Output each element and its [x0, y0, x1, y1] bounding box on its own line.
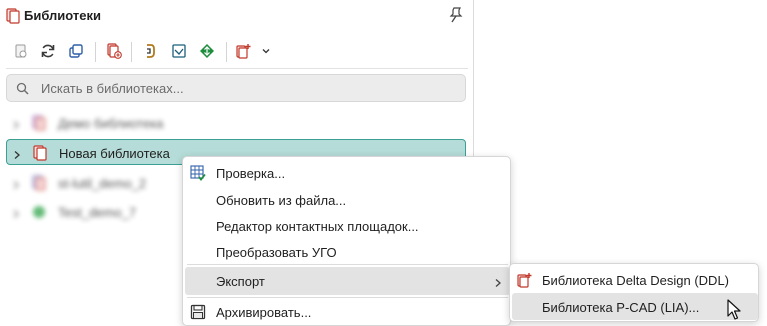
menu-item-label: Преобразовать УГО	[216, 245, 337, 260]
toolbar	[0, 36, 474, 68]
library-icon	[6, 8, 20, 27]
menu-item-convert-symbol[interactable]: Преобразовать УГО	[185, 238, 510, 266]
check-table-icon	[190, 165, 206, 181]
library-icon	[31, 115, 47, 131]
refresh-icon[interactable]	[39, 42, 57, 60]
toolbar-separator	[226, 42, 227, 62]
search-box[interactable]	[6, 74, 466, 102]
chevron-right-icon	[494, 276, 502, 287]
chevron-down-icon[interactable]	[257, 42, 275, 60]
archive-icon	[190, 304, 206, 320]
submenu-item-delta-design-ddl[interactable]: Библиотека Delta Design (DDL)	[512, 266, 758, 293]
search-input[interactable]	[41, 79, 451, 97]
chevron-right-icon[interactable]	[11, 178, 21, 189]
library-icon	[31, 204, 47, 220]
export-submenu: Библиотека Delta Design (DDL) Библиотека…	[509, 263, 759, 322]
chevron-right-icon[interactable]	[11, 118, 21, 129]
toolbar-separator	[95, 42, 96, 62]
menu-item-export[interactable]: Экспорт	[185, 267, 510, 295]
chevron-right-icon[interactable]	[11, 207, 21, 218]
menu-separator	[187, 264, 508, 265]
tree-item[interactable]: Демо библиотека	[6, 110, 466, 136]
tree-item-label: st-lutil_demo_2	[58, 176, 147, 191]
footprint-icon[interactable]	[198, 42, 216, 60]
menu-item-check[interactable]: Проверка...	[185, 159, 510, 187]
add-library-icon[interactable]	[105, 42, 123, 60]
menu-item-pad-editor[interactable]: Редактор контактных площадок...	[185, 212, 510, 240]
menu-item-update-from-file[interactable]: Обновить из файла...	[185, 186, 510, 214]
toolbar-divider	[6, 68, 468, 69]
export-library-icon[interactable]	[235, 42, 253, 60]
toolbar-separator	[131, 42, 132, 62]
panel-header: Библиотеки	[0, 0, 474, 32]
tree-item-label: Test_demo_7	[58, 205, 137, 220]
search-icon	[16, 82, 29, 98]
menu-item-label: Редактор контактных площадок...	[216, 219, 419, 234]
panel-title: Библиотеки	[24, 8, 102, 23]
library-icon	[32, 145, 48, 161]
context-menu: Проверка... Обновить из файла... Редакто…	[182, 156, 511, 326]
menu-item-label: Проверка...	[216, 166, 286, 181]
copy-icon[interactable]	[67, 42, 85, 60]
pin-icon[interactable]	[449, 7, 463, 23]
library-export-icon	[517, 272, 533, 288]
menu-item-label: Экспорт	[216, 274, 265, 289]
symbol-icon[interactable]	[170, 42, 188, 60]
tree-item-label: Демо библиотека	[58, 116, 164, 131]
library-icon	[31, 175, 47, 191]
menu-item-archive[interactable]: Архивировать...	[185, 298, 510, 326]
menu-item-label: Архивировать...	[216, 305, 312, 320]
submenu-item-pcad-lia[interactable]: Библиотека P-CAD (LIA)...	[512, 293, 758, 320]
open-file-icon[interactable]	[12, 42, 30, 60]
mouse-cursor-icon	[727, 299, 741, 321]
tree-item-label: Новая библиотека	[59, 146, 170, 161]
menu-item-label: Обновить из файла...	[216, 193, 347, 208]
submenu-item-label: Библиотека Delta Design (DDL)	[542, 273, 730, 288]
submenu-item-label: Библиотека P-CAD (LIA)...	[542, 300, 700, 315]
component-icon[interactable]	[141, 42, 159, 60]
chevron-right-icon[interactable]	[12, 148, 22, 159]
